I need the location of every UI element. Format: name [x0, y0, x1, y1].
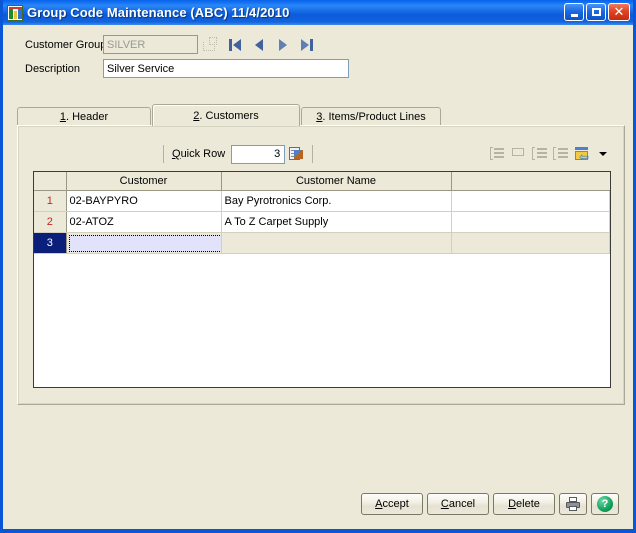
tab-items-label: . Items/Product Lines — [322, 111, 426, 123]
first-record-button[interactable] — [227, 37, 242, 52]
maximize-icon — [591, 8, 601, 16]
tab-header-label: . Header — [65, 111, 109, 123]
delete-button[interactable]: Delete — [493, 493, 555, 515]
description-label: Description — [25, 62, 81, 75]
tab-panel-customers: Quick Row 3 ⇦ Customer Customer Name 1 0… — [17, 125, 625, 405]
client-area: Customer Group Description — [3, 25, 633, 529]
close-button[interactable]: ✕ — [608, 3, 630, 21]
customer-group-input[interactable] — [103, 35, 198, 54]
previous-record-button[interactable] — [251, 37, 266, 52]
row-number[interactable]: 1 — [34, 190, 67, 212]
customer-group-lookup-icon[interactable] — [201, 36, 218, 53]
application-window: Group Code Maintenance (ABC) 11/4/2010 ✕… — [0, 0, 636, 533]
grid-toolbar: Quick Row 3 ⇦ — [33, 141, 609, 167]
delete-row-icon — [509, 145, 528, 163]
minimize-icon — [570, 13, 578, 17]
customers-grid[interactable]: Customer Customer Name 1 02-BAYPYRO Bay … — [33, 171, 611, 388]
export-grid-icon[interactable]: ⇦ — [572, 145, 592, 163]
cell-blank — [451, 232, 610, 254]
column-header-customer-name[interactable]: Customer Name — [221, 172, 452, 191]
row-number[interactable]: 2 — [34, 211, 67, 233]
grid-tools: ⇦ — [488, 145, 609, 163]
edit-page-icon[interactable] — [288, 146, 304, 162]
row-number[interactable]: 3 — [34, 232, 67, 254]
close-icon: ✕ — [613, 4, 625, 20]
chevron-down-icon[interactable] — [599, 152, 607, 156]
move-row-up-icon — [530, 145, 549, 163]
cell-customer[interactable]: 02-BAYPYRO — [66, 190, 222, 212]
customer-group-row: Customer Group — [25, 35, 314, 54]
cell-customer-editing[interactable] — [66, 232, 222, 254]
cell-customer-name[interactable]: A To Z Carpet Supply — [221, 211, 452, 233]
quick-row-label: Quick Row — [172, 148, 226, 160]
cell-blank — [451, 190, 610, 212]
window-controls: ✕ — [564, 3, 630, 21]
tab-strip: 1. Header 2. Customers 3. Items/Product … — [17, 104, 442, 126]
window-title: Group Code Maintenance (ABC) 11/4/2010 — [27, 5, 290, 20]
title-bar: Group Code Maintenance (ABC) 11/4/2010 ✕ — [3, 0, 633, 25]
record-navigation — [227, 37, 314, 52]
description-input[interactable] — [103, 59, 349, 78]
tab-customers-label: . Customers — [199, 109, 259, 122]
move-row-down-icon — [551, 145, 570, 163]
button-bar: Accept Cancel Delete ? — [361, 493, 619, 515]
table-row[interactable]: 1 02-BAYPYRO Bay Pyrotronics Corp. — [34, 190, 610, 212]
customers-table: Customer Customer Name 1 02-BAYPYRO Bay … — [34, 172, 610, 254]
insert-row-icon — [488, 145, 507, 163]
table-header-row: Customer Customer Name — [34, 172, 610, 191]
next-record-button[interactable] — [275, 37, 290, 52]
cancel-button[interactable]: Cancel — [427, 493, 489, 515]
column-header-customer[interactable]: Customer — [66, 172, 222, 191]
description-row: Description — [25, 59, 349, 78]
app-icon — [7, 4, 23, 21]
cell-customer-name[interactable]: Bay Pyrotronics Corp. — [221, 190, 452, 212]
help-icon: ? — [597, 496, 613, 512]
quick-row-input[interactable] — [231, 144, 286, 164]
column-header-blank — [451, 172, 610, 191]
tab-items-product-lines[interactable]: 3. Items/Product Lines — [301, 107, 441, 126]
column-header-gutter — [34, 172, 67, 191]
cell-blank — [451, 211, 610, 233]
printer-icon — [565, 497, 581, 511]
accept-button[interactable]: Accept — [361, 493, 423, 515]
customer-group-label: Customer Group — [25, 38, 107, 51]
cell-customer[interactable]: 02-ATOZ — [66, 211, 222, 233]
customer-code-input[interactable] — [68, 235, 220, 252]
toolbar-separator-left — [163, 145, 164, 163]
last-record-button[interactable] — [299, 37, 314, 52]
table-row[interactable]: 2 02-ATOZ A To Z Carpet Supply — [34, 211, 610, 233]
maximize-button[interactable] — [586, 3, 606, 21]
tab-header[interactable]: 1. Header — [17, 107, 151, 126]
minimize-button[interactable] — [564, 3, 584, 21]
print-button[interactable] — [559, 493, 587, 515]
cell-customer-name[interactable] — [221, 232, 452, 254]
table-row-selected[interactable]: 3 — [34, 232, 610, 254]
tab-customers[interactable]: 2. Customers — [152, 104, 300, 126]
help-button[interactable]: ? — [591, 493, 619, 515]
toolbar-separator-right — [312, 145, 314, 163]
